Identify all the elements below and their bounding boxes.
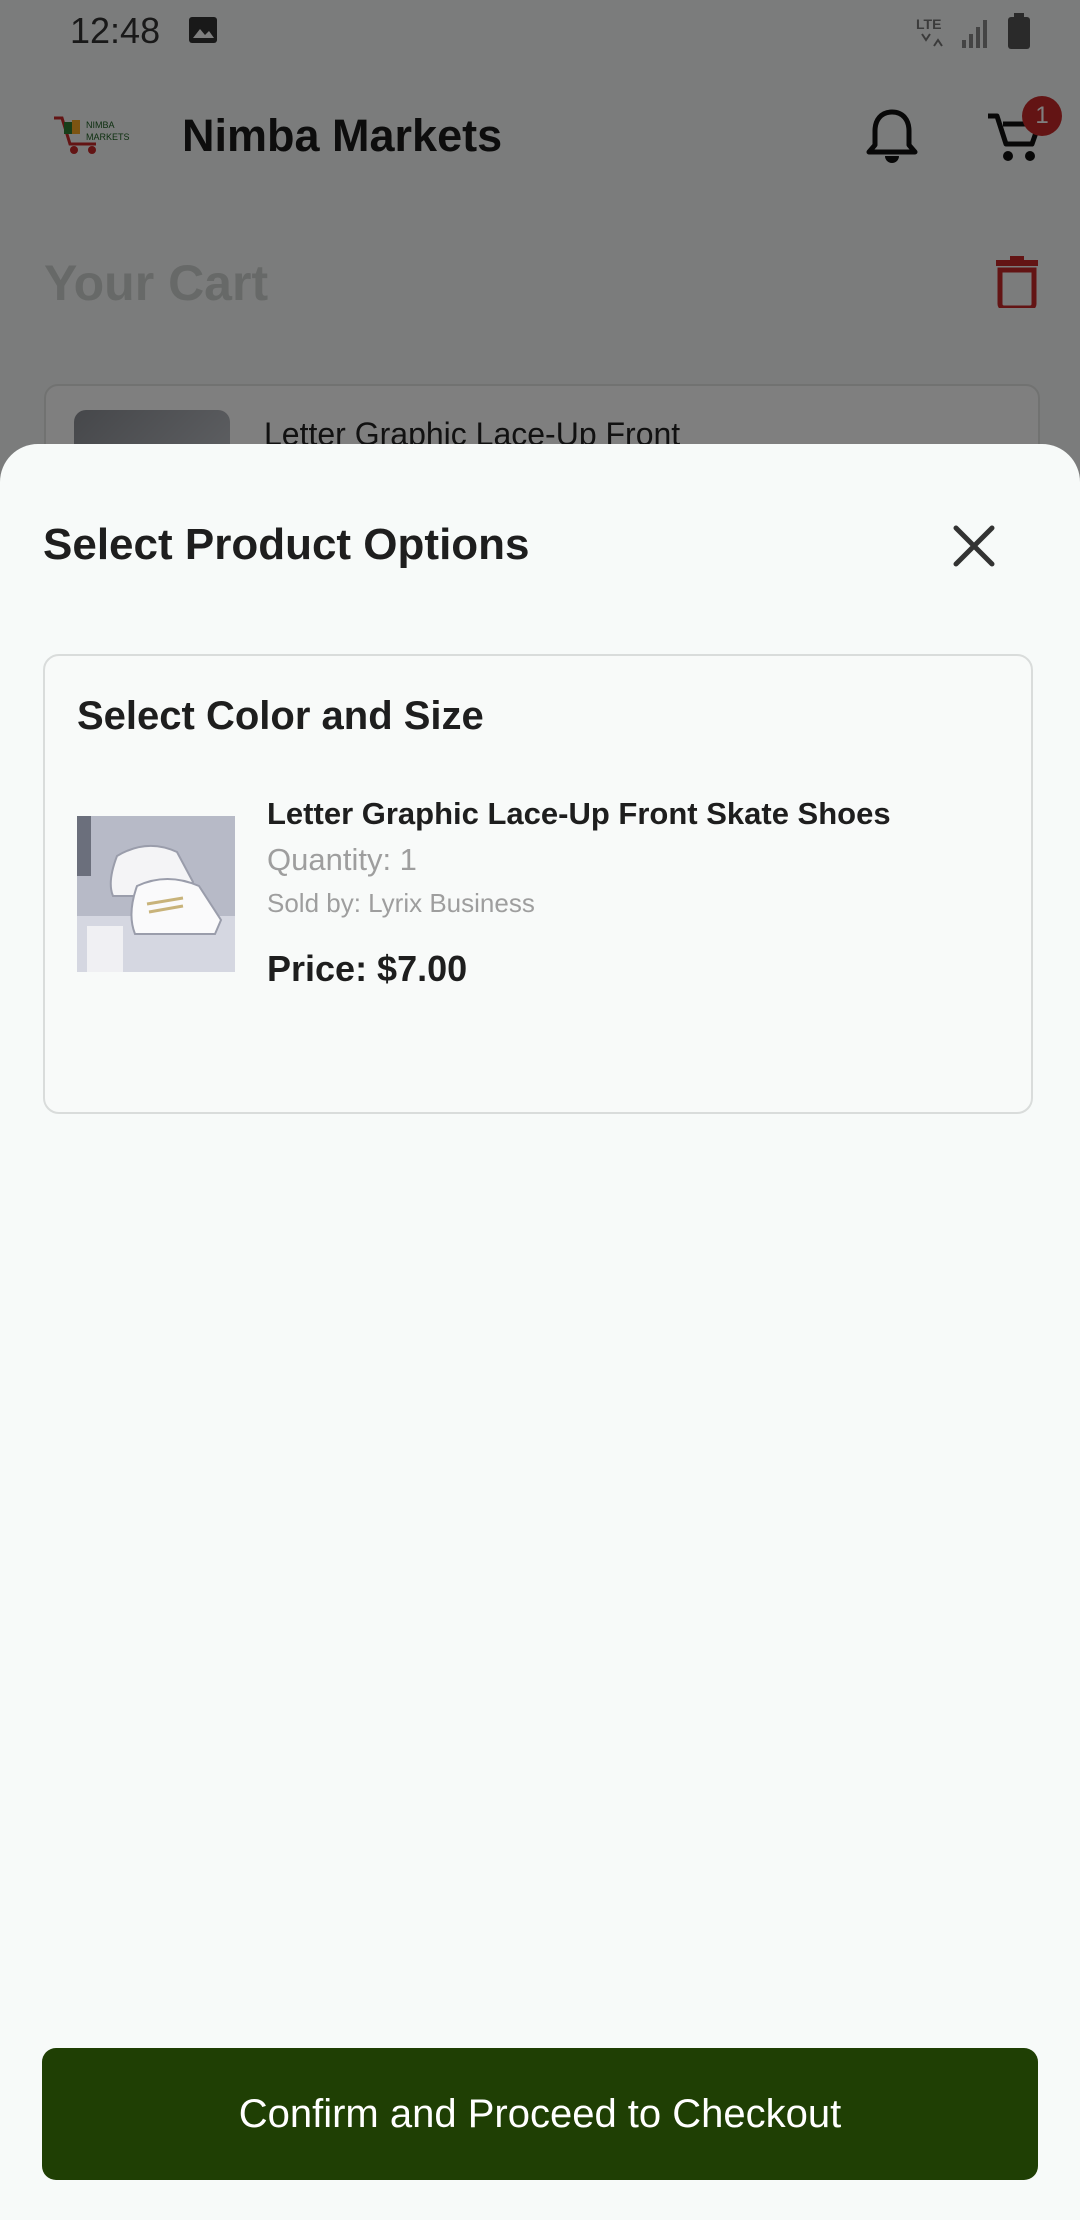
card-title: Select Color and Size <box>77 694 484 738</box>
product-seller: Sold by: Lyrix Business <box>267 888 535 918</box>
product-price: Price: $7.00 <box>267 948 468 989</box>
product-image <box>77 816 235 972</box>
product-quantity: Quantity: 1 <box>267 842 417 877</box>
product-name: Letter Graphic Lace-Up Front Skate Shoes <box>267 796 891 831</box>
sheet-title: Select Product Options <box>43 520 530 569</box>
options-card: Select Color and Size Letter Graphic Lac… <box>43 654 1033 1114</box>
confirm-checkout-button[interactable]: Confirm and Proceed to Checkout <box>42 2048 1038 2180</box>
product-options-sheet: Select Product Options Select Color and … <box>0 444 1080 2220</box>
close-icon[interactable] <box>948 520 1000 572</box>
